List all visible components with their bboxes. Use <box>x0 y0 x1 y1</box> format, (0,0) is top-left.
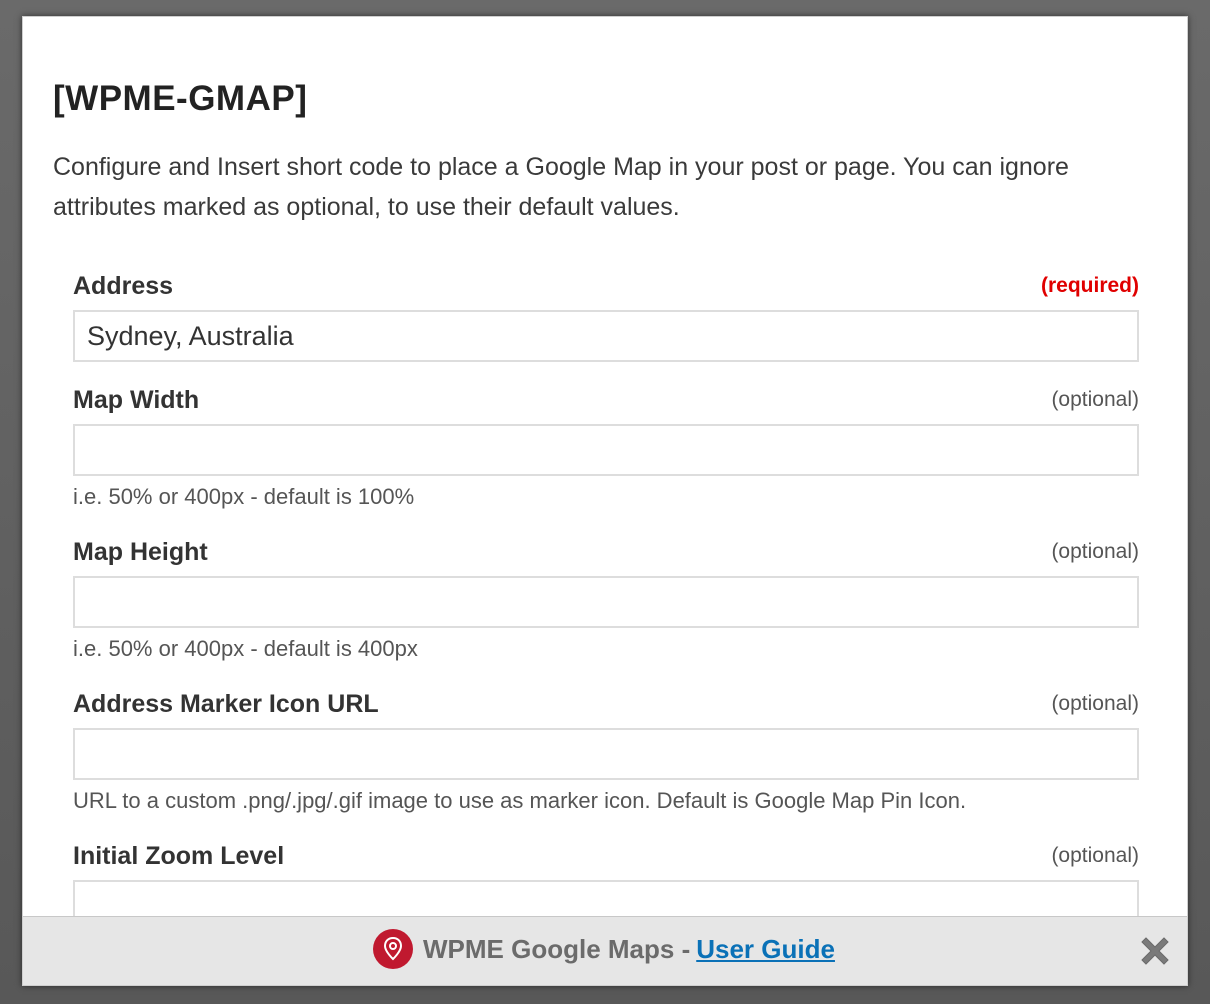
shortcode-dialog: [WPME-GMAP] Configure and Insert short c… <box>22 16 1188 986</box>
optional-badge: (optional) <box>1051 692 1139 715</box>
marker-icon-url-input[interactable] <box>73 728 1139 780</box>
map-width-input[interactable] <box>73 424 1139 476</box>
map-height-hint: i.e. 50% or 400px - default is 400px <box>73 636 418 661</box>
dialog-intro: Configure and Insert short code to place… <box>53 153 1069 221</box>
map-height-field-group: Map Height (optional) i.e. 50% or 400px … <box>73 538 1139 662</box>
footer-branding: WPME Google Maps - User Guide <box>373 929 835 969</box>
close-icon[interactable] <box>1135 931 1175 971</box>
address-label: Address <box>73 272 174 300</box>
map-width-label: Map Width <box>73 386 200 414</box>
footer-brand-text: WPME Google Maps - <box>423 933 691 964</box>
marker-icon-url-hint: URL to a custom .png/.jpg/.gif image to … <box>73 788 967 813</box>
map-height-label: Map Height <box>73 538 208 566</box>
optional-badge: (optional) <box>1051 540 1139 563</box>
marker-icon-url-field-group: Address Marker Icon URL (optional) URL t… <box>73 690 1139 814</box>
map-width-field-group: Map Width (optional) i.e. 50% or 400px -… <box>73 386 1139 510</box>
map-height-input[interactable] <box>73 576 1139 628</box>
user-guide-link[interactable]: User Guide <box>696 934 835 965</box>
zoom-level-label: Initial Zoom Level <box>73 842 285 870</box>
optional-badge: (optional) <box>1051 844 1139 867</box>
address-field-group: Address (required) <box>73 272 1139 362</box>
dialog-title: [WPME-GMAP] <box>53 79 308 118</box>
address-input[interactable] <box>73 310 1139 362</box>
required-badge: (required) <box>1040 274 1139 297</box>
map-width-hint: i.e. 50% or 400px - default is 100% <box>73 484 415 509</box>
map-pin-icon <box>373 929 413 969</box>
dialog-footer: WPME Google Maps - User Guide <box>23 916 1187 985</box>
optional-badge: (optional) <box>1051 388 1139 411</box>
marker-icon-url-label: Address Marker Icon URL <box>73 690 379 718</box>
